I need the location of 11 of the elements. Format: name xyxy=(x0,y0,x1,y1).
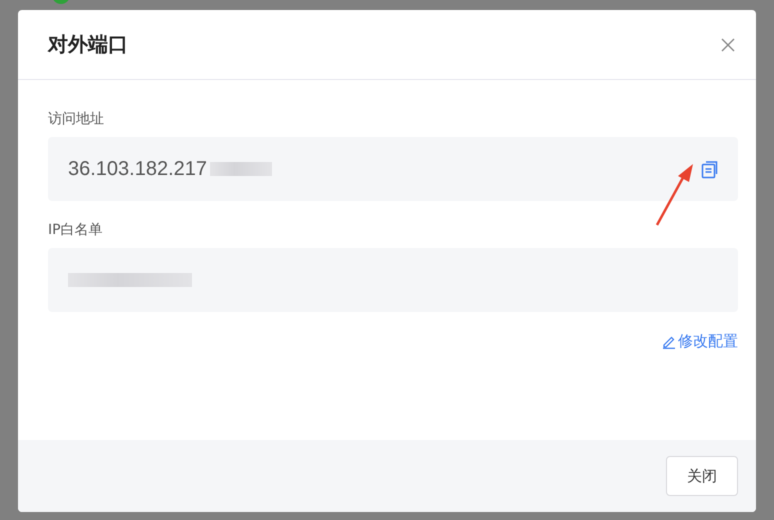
edit-config-link[interactable]: 修改配置 xyxy=(662,332,738,351)
pencil-icon xyxy=(662,334,676,348)
dialog-title: 对外端口 xyxy=(48,31,129,58)
annotation-arrow xyxy=(655,162,695,228)
redaction-blur xyxy=(210,162,272,176)
field-label: IP白名单 xyxy=(48,221,104,239)
copy-icon[interactable] xyxy=(700,159,720,179)
field-value: 36.103.182.217 xyxy=(68,158,208,180)
close-button[interactable]: 关闭 xyxy=(666,456,738,496)
close-icon[interactable] xyxy=(720,36,736,52)
field-label: 访问地址 xyxy=(48,110,105,128)
